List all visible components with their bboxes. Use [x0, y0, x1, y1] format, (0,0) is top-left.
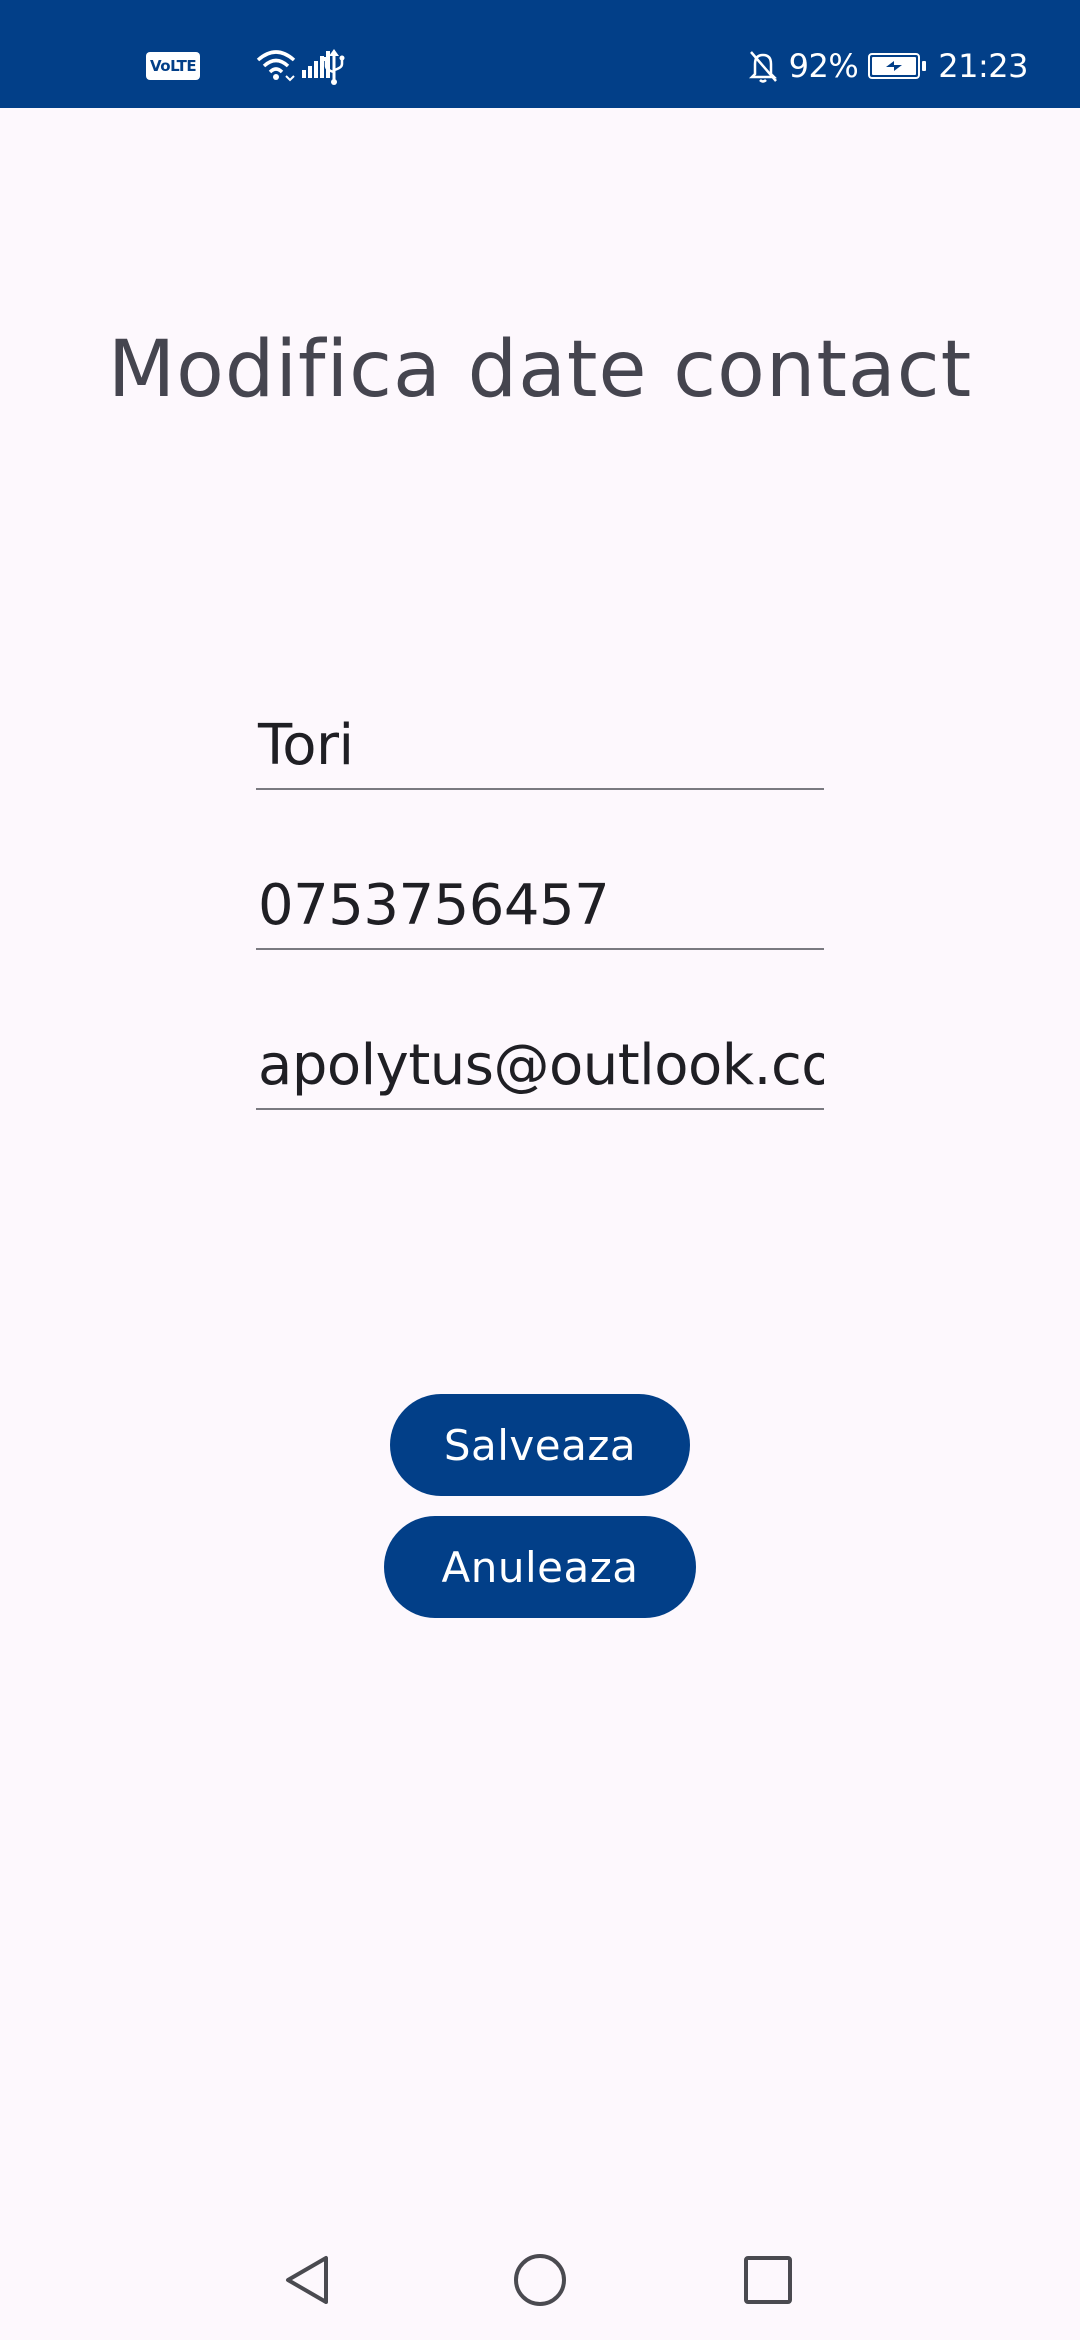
volte-badge: VoLTE	[146, 52, 201, 80]
back-icon	[286, 2256, 328, 2304]
cancel-button[interactable]: Anuleaza	[384, 1516, 696, 1618]
page-title: Modifica date contact	[107, 325, 973, 415]
name-field[interactable]: Tori	[256, 720, 824, 790]
usb-icon	[322, 46, 346, 86]
email-field-value: apolytus@outlook.com	[258, 1040, 824, 1098]
home-button[interactable]	[510, 2250, 570, 2310]
navigation-bar	[0, 2220, 1080, 2340]
name-field-value: Tori	[258, 720, 354, 778]
back-button[interactable]	[278, 2250, 338, 2310]
recent-apps-icon	[744, 2256, 792, 2304]
battery-charging-icon	[868, 53, 927, 79]
phone-field-value: 0753756457	[258, 880, 610, 938]
save-button[interactable]: Salveaza	[390, 1394, 690, 1496]
phone-field[interactable]: 0753756457	[256, 880, 824, 950]
status-bar-right: 92% 21:23	[747, 44, 1028, 88]
home-icon	[514, 2254, 566, 2306]
status-bar: VoLTE 92% 21:23	[0, 0, 1080, 108]
bell-off-icon	[747, 48, 779, 84]
email-field[interactable]: apolytus@outlook.com	[256, 1040, 824, 1110]
screen: VoLTE 92% 21:23 Modifica date contact To…	[0, 0, 1080, 2340]
recent-apps-button[interactable]	[738, 2250, 798, 2310]
clock: 21:23	[938, 47, 1028, 85]
battery-percent: 92%	[788, 47, 859, 85]
wifi-icon	[254, 46, 298, 86]
status-bar-left: VoLTE	[146, 46, 346, 86]
